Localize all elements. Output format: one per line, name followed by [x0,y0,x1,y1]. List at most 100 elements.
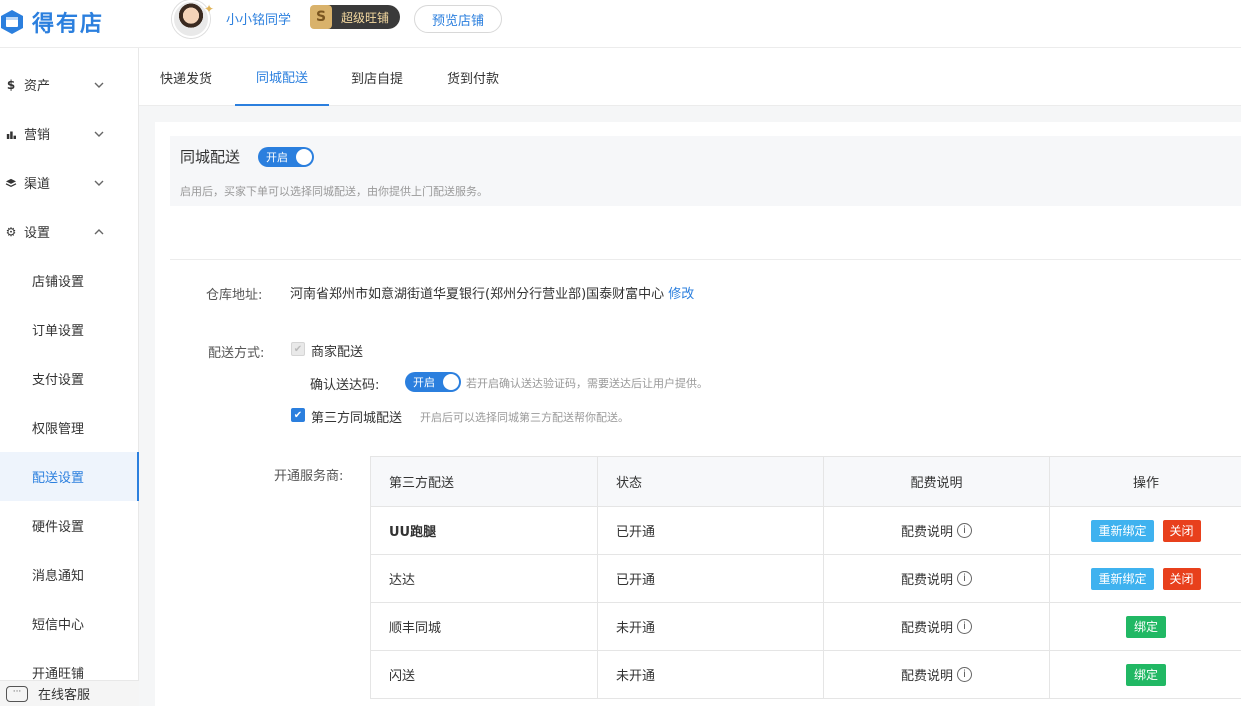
crown-icon: ✦ [204,2,215,16]
preview-shop-button[interactable]: 预览店铺 [414,5,502,33]
chat-icon: ··· [6,685,28,702]
providers-label: 开通服务商: [274,469,344,484]
local-delivery-switch[interactable]: 开启 [258,147,314,167]
providers-table: 第三方配送 状态 配费说明 操作 UU跑腿 已开通 配费说明 i 重新绑定 关闭 … [370,456,1241,699]
row-actions: 重新绑定 关闭 [1050,555,1241,602]
table-header-row: 第三方配送 状态 配费说明 操作 [371,457,1241,507]
tab-self-pickup[interactable]: 到店自提 [330,48,424,106]
row-actions: 绑定 [1050,651,1241,698]
rebind-button[interactable]: 重新绑定 [1091,519,1154,542]
warehouse-address: 河南省郑州市如意湖街道华夏银行(郑州分行营业部)国泰财富中心 修改 [290,283,694,302]
sidebar-item-permissions[interactable]: 权限管理 [0,403,139,452]
third-party-delivery-label: 第三方同城配送 [311,411,403,426]
warehouse-address-text: 河南省郑州市如意湖街道华夏银行(郑州分行营业部)国泰财富中心 [290,287,665,302]
section-divider [170,259,1241,260]
info-icon[interactable]: i [957,667,972,682]
table-row: UU跑腿 已开通 配费说明 i 重新绑定 关闭 [371,507,1241,555]
sidebar: $ 资产 营销 渠道 ⚙ 设置 店铺设置 订单设置 支付设置 权限管理 配送设置… [0,48,139,706]
column-header-status: 状态 [598,457,824,506]
fee-info-label: 配费说明 [900,669,953,684]
chevron-up-icon [94,228,104,234]
close-button[interactable]: 关闭 [1162,519,1201,542]
sidebar-item-sms-center[interactable]: 短信中心 [0,599,139,648]
sidebar-item-notifications[interactable]: 消息通知 [0,550,139,599]
app-logo[interactable]: 得有店 [0,6,104,38]
shop-logo-icon [1,10,23,34]
provider-name: 闪送 [371,651,598,698]
fee-info-label: 配费说明 [900,573,953,588]
confirm-code-label: 确认送达码: [310,378,380,393]
info-icon[interactable]: i [957,523,972,538]
provider-status: 已开通 [598,507,824,554]
username[interactable]: 小小铭同学 [226,9,291,28]
sidebar-group-settings[interactable]: ⚙ 设置 [0,207,138,256]
local-delivery-description: 启用后，买家下单可以选择同城配送，由你提供上门配送服务。 [180,185,488,198]
fee-info[interactable]: 配费说明 i [824,507,1050,554]
sidebar-group-label: 资产 [24,79,51,94]
tab-local-delivery[interactable]: 同城配送 [235,48,330,106]
column-header-actions: 操作 [1132,476,1159,491]
chevron-down-icon [94,82,104,88]
fee-info[interactable]: 配费说明 i [824,603,1050,650]
sidebar-group-channels[interactable]: 渠道 [0,158,138,207]
column-header-fee: 配费说明 [824,457,1050,506]
sidebar-item-delivery-settings[interactable]: 配送设置 [0,452,139,501]
tab-cash-on-delivery[interactable]: 货到付款 [426,48,520,106]
switch-label: 开启 [266,151,288,164]
shop-level-icon: S [310,5,332,29]
switch-label: 开启 [413,376,435,389]
table-row: 达达 已开通 配费说明 i 重新绑定 关闭 [371,555,1241,603]
edit-address-link[interactable]: 修改 [668,287,694,302]
online-support-bar[interactable]: ··· 在线客服 [0,680,153,706]
delivery-tabs: 快递发货 同城配送 到店自提 货到付款 [139,48,1241,106]
shop-level-label: 超级旺铺 [341,10,390,25]
sidebar-group-label: 营销 [24,128,51,143]
fee-info-label: 配费说明 [900,525,953,540]
local-delivery-card: 同城配送 开启 启用后，买家下单可以选择同城配送，由你提供上门配送服务。 [170,136,1241,206]
sidebar-group-label: 设置 [24,226,51,241]
bind-button[interactable]: 绑定 [1125,615,1166,638]
layers-icon [5,178,17,187]
tab-express[interactable]: 快递发货 [139,48,233,106]
confirm-code-switch[interactable]: 开启 [405,372,461,392]
close-button[interactable]: 关闭 [1162,567,1201,590]
app-name: 得有店 [32,12,105,37]
info-icon[interactable]: i [957,571,972,586]
delivery-method-label: 配送方式: [208,346,265,361]
info-icon[interactable]: i [957,619,972,634]
top-header: 得有店 ✦ 小小铭同学 S 超级旺铺 预览店铺 [0,0,1241,48]
fee-info[interactable]: 配费说明 i [824,651,1050,698]
provider-status: 未开通 [598,603,824,650]
sidebar-item-hardware-settings[interactable]: 硬件设置 [0,501,139,550]
rebind-button[interactable]: 重新绑定 [1091,567,1154,590]
sidebar-item-payment-settings[interactable]: 支付设置 [0,354,139,403]
switch-knob [443,374,459,390]
provider-name: 顺丰同城 [371,603,598,650]
confirm-code-hint: 若开启确认送达验证码，需要送达后让用户提供。 [466,377,708,390]
sidebar-item-shop-settings[interactable]: 店铺设置 [0,256,139,305]
third-party-delivery-hint: 开启后可以选择同城第三方配送帮你配送。 [420,411,629,424]
sidebar-group-marketing[interactable]: 营销 [0,109,138,158]
warehouse-label: 仓库地址: [206,288,263,303]
fee-info[interactable]: 配费说明 i [824,555,1050,602]
gear-icon: ⚙ [5,224,17,239]
row-actions: 重新绑定 关闭 [1050,507,1241,554]
chevron-down-icon [94,180,104,186]
sidebar-item-order-settings[interactable]: 订单设置 [0,305,139,354]
bar-chart-icon [6,131,16,139]
bind-button[interactable]: 绑定 [1125,663,1166,686]
shop-level-badge: S 超级旺铺 [310,5,400,29]
dollar-icon: $ [6,77,16,92]
provider-status: 已开通 [598,555,824,602]
sidebar-group-assets[interactable]: $ 资产 [0,60,138,109]
provider-name: UU跑腿 [371,507,598,554]
merchant-delivery-checkbox[interactable]: ✔ [291,342,305,356]
online-support-label: 在线客服 [38,688,91,703]
provider-status: 未开通 [598,651,824,698]
switch-knob [296,149,312,165]
third-party-delivery-checkbox[interactable]: ✔ [291,408,305,422]
sidebar-group-label: 渠道 [24,177,51,192]
provider-name: 达达 [371,555,598,602]
table-row: 顺丰同城 未开通 配费说明 i 绑定 [371,603,1241,651]
column-header-provider: 第三方配送 [371,457,598,506]
